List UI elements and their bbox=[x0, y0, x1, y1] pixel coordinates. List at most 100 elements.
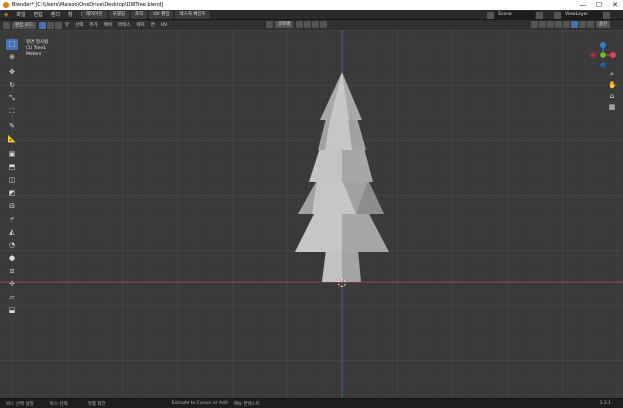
gizmo-z-positive[interactable] bbox=[600, 42, 606, 48]
rotate-tool[interactable]: ↻ bbox=[6, 80, 18, 91]
scene-field[interactable]: Scene bbox=[495, 11, 535, 19]
camera-icon[interactable]: ⌂ bbox=[608, 92, 616, 100]
gizmo-x-negative[interactable] bbox=[590, 52, 596, 58]
zoom-icon[interactable]: ⌕ bbox=[608, 70, 616, 78]
move-tool[interactable]: ✥ bbox=[6, 67, 18, 78]
show-overlays-icon[interactable] bbox=[547, 21, 554, 28]
menu-add[interactable]: 추가 bbox=[86, 22, 100, 28]
menu-mesh[interactable]: 메쉬 bbox=[101, 22, 115, 28]
shear-icon: ▱ bbox=[9, 293, 15, 301]
shading-material-icon[interactable] bbox=[579, 21, 586, 28]
grid-perspective-icon[interactable]: ▦ bbox=[608, 103, 616, 111]
tab-modeling[interactable]: 모델링 bbox=[108, 11, 129, 19]
measure-tool[interactable]: 📐 bbox=[6, 134, 18, 145]
proportional-edit-icon[interactable] bbox=[320, 21, 328, 28]
bevel-tool[interactable]: ◩ bbox=[6, 188, 18, 199]
scene-icon bbox=[487, 11, 494, 19]
close-button[interactable]: ✕ bbox=[607, 0, 623, 10]
transform-tool[interactable]: ⛶ bbox=[6, 106, 18, 117]
view-object-types-icon[interactable] bbox=[531, 21, 538, 28]
face-select-icon[interactable] bbox=[55, 21, 62, 29]
hand-pan-icon[interactable]: ✋ bbox=[608, 81, 617, 89]
extrude-tool[interactable]: ⬒ bbox=[6, 162, 18, 173]
menu-vertex[interactable]: 버텍스 bbox=[115, 22, 133, 28]
window-title: Blender* [C:\Users\Maisoo\OneDrive\Deskt… bbox=[12, 2, 164, 8]
viewport-canvas[interactable] bbox=[0, 30, 623, 398]
annotate-icon: ✎ bbox=[9, 122, 15, 130]
status-hint-3: 뷰를 회전 bbox=[87, 401, 106, 407]
menu-file[interactable]: 파일 bbox=[12, 11, 29, 18]
editor-type-icon[interactable] bbox=[3, 21, 10, 29]
menu-view[interactable]: 뷰 bbox=[62, 22, 72, 28]
extrude-icon: ⬒ bbox=[8, 163, 16, 171]
minimize-button[interactable]: — bbox=[575, 0, 591, 10]
status-bar: 박스 선택 설정 박스 선택 뷰를 회전 Extrude to Cursor o… bbox=[0, 398, 623, 408]
tab-layout[interactable]: 레이아웃 bbox=[82, 11, 107, 19]
menu-window[interactable]: 창 bbox=[64, 11, 77, 18]
units-label: Meters bbox=[26, 52, 42, 57]
poly-build-tool[interactable]: ◭ bbox=[6, 227, 18, 238]
view-layer-field[interactable]: ViewLayer bbox=[562, 11, 602, 19]
tab-sculpting[interactable]: 조각 bbox=[130, 11, 148, 19]
scale-tool[interactable]: ⤡ bbox=[6, 93, 18, 104]
status-hint-4: Extrude to Cursor or Add bbox=[171, 401, 228, 406]
add-cube-tool[interactable]: ▣ bbox=[6, 149, 18, 160]
view-layer-browse-icon[interactable] bbox=[603, 11, 610, 19]
move-icon: ✥ bbox=[9, 68, 15, 76]
mode-dropdown[interactable]: 편집 모드 bbox=[12, 21, 36, 29]
scene-browse-icon[interactable] bbox=[536, 11, 543, 19]
select-box-tool[interactable]: ⬚ bbox=[6, 39, 18, 50]
tab-uv-editing[interactable]: UV 편집 bbox=[149, 11, 174, 19]
viewport-info: 정면 정사법 (1) Tree1 Meters bbox=[26, 40, 48, 58]
loop-cut-tool[interactable]: ⊟ bbox=[6, 201, 18, 212]
menu-edge[interactable]: 에지 bbox=[133, 22, 147, 28]
status-hint-1: 박스 선택 설정 bbox=[6, 401, 34, 407]
rip-region-tool[interactable]: ⬓ bbox=[6, 305, 18, 316]
shrink-fatten-tool[interactable]: ✢ bbox=[6, 279, 18, 290]
scene-selector: Scene bbox=[486, 11, 544, 19]
rotate-icon: ↻ bbox=[9, 81, 15, 89]
blender-menu-icon[interactable]: ◉ bbox=[0, 12, 12, 18]
snap-icon[interactable] bbox=[304, 21, 312, 28]
menu-select[interactable]: 선택 bbox=[72, 22, 86, 28]
tab-texture-paint[interactable]: 텍스처 페인트 bbox=[175, 11, 210, 19]
shrink-fatten-icon: ✢ bbox=[9, 280, 15, 288]
3d-viewport[interactable] bbox=[0, 30, 623, 398]
smooth-tool[interactable]: ● bbox=[6, 253, 18, 264]
tool-shelf: ⬚ ⊕ ✥ ↻ ⤡ ⛶ ✎ 📐 ▣ ⬒ ◫ ◩ ⊟ ⌿ ◭ ◔ ● ⧄ ✢ ▱ ⬓ bbox=[4, 39, 20, 318]
gizmo-y-axis[interactable] bbox=[600, 52, 606, 58]
transform-orientation-icon[interactable] bbox=[266, 21, 273, 28]
vertex-select-icon[interactable] bbox=[39, 21, 46, 29]
edge-slide-tool[interactable]: ⧄ bbox=[6, 266, 18, 277]
show-gizmo-icon[interactable] bbox=[539, 21, 546, 28]
knife-tool[interactable]: ⌿ bbox=[6, 214, 18, 225]
inset-tool[interactable]: ◫ bbox=[6, 175, 18, 186]
maximize-button[interactable]: ☐ bbox=[591, 0, 607, 10]
shading-rendered-icon[interactable] bbox=[587, 21, 594, 28]
view-layer-icon bbox=[554, 11, 561, 19]
spin-tool[interactable]: ◔ bbox=[6, 240, 18, 251]
navigation-gizmo[interactable] bbox=[588, 40, 618, 72]
shading-solid-icon[interactable] bbox=[571, 21, 578, 28]
cursor-tool[interactable]: ⊕ bbox=[6, 52, 18, 63]
snap-settings-icon[interactable] bbox=[312, 21, 320, 28]
gizmo-z-negative[interactable] bbox=[600, 62, 606, 68]
annotate-tool[interactable]: ✎ bbox=[6, 121, 18, 132]
menu-uv[interactable]: UV bbox=[158, 23, 170, 28]
version-label: 3.3.1 bbox=[599, 401, 611, 406]
edge-select-icon[interactable] bbox=[47, 21, 54, 29]
options-dropdown[interactable]: 옵션 bbox=[596, 21, 611, 28]
menu-edit[interactable]: 편집 bbox=[30, 11, 47, 18]
menu-render[interactable]: 렌더 bbox=[47, 11, 64, 18]
gizmo-x-positive[interactable] bbox=[610, 52, 616, 58]
pivot-point-icon[interactable] bbox=[296, 21, 304, 28]
shading-wireframe-icon[interactable] bbox=[563, 21, 570, 28]
shear-tool[interactable]: ▱ bbox=[6, 292, 18, 303]
menu-face[interactable]: 면 bbox=[148, 22, 158, 28]
transform-orientation-dropdown[interactable]: 글로벌 bbox=[275, 21, 294, 28]
window-title-bar: Blender* [C:\Users\Maisoo\OneDrive\Deskt… bbox=[0, 0, 623, 10]
edge-slide-icon: ⧄ bbox=[9, 267, 15, 275]
measure-icon: 📐 bbox=[7, 135, 17, 143]
blender-logo-icon bbox=[3, 2, 9, 8]
xray-icon[interactable] bbox=[555, 21, 562, 28]
